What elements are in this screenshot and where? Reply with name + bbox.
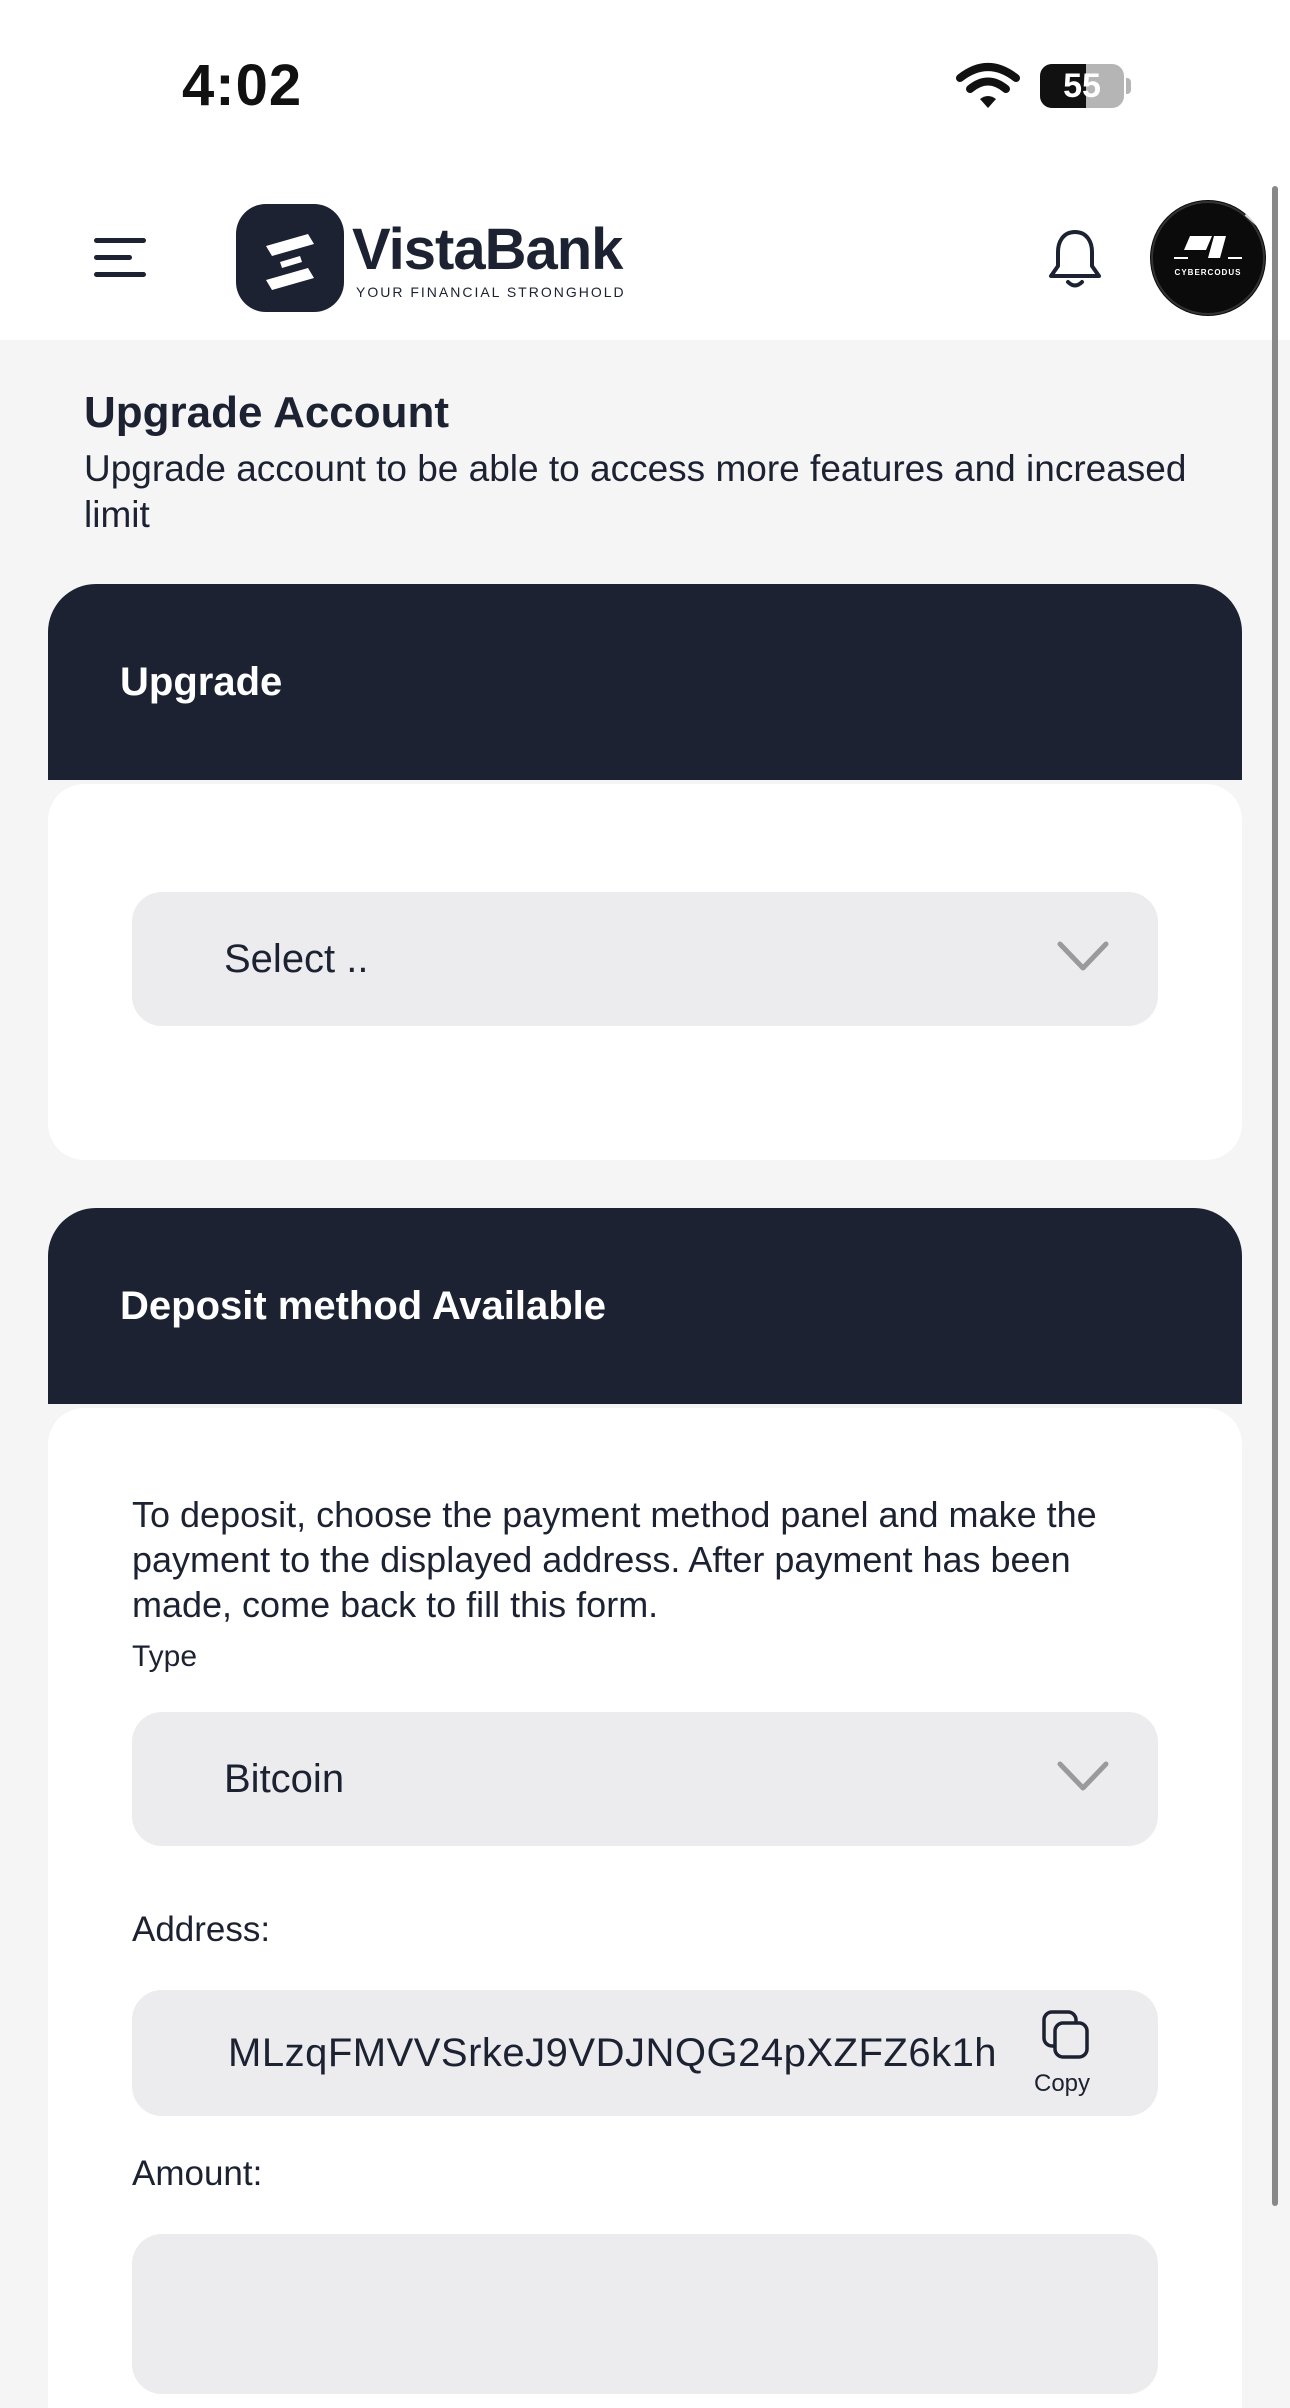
wifi-icon [956,63,1020,108]
amount-input[interactable] [132,2234,1158,2394]
avatar[interactable]: CYBERCODUS [1150,200,1266,316]
brand-logo[interactable]: VistaBank YOUR FINANCIAL STRONGHOLD [236,204,624,314]
logo-mark-icon [236,204,344,312]
copy-button[interactable]: Copy [1022,2008,1102,2100]
upgrade-plan-select[interactable]: Select .. [132,892,1158,1026]
copy-icon [1042,2010,1089,2059]
page-subtitle: Upgrade account to be able to access mor… [84,448,1187,535]
battery-icon: 55 [1040,64,1131,108]
brand-name: VistaBank [352,217,623,282]
app-header: VistaBank YOUR FINANCIAL STRONGHOLD CYBE… [0,170,1290,340]
battery-level: 55 [1063,67,1101,105]
deposit-type-select[interactable]: Bitcoin [132,1712,1158,1846]
chevron-down-icon [1057,941,1109,971]
amount-label: Amount: [132,2154,263,2193]
page-title: Upgrade Account [84,388,450,437]
deposit-card-header: Deposit method Available [48,1208,1242,1404]
scrollbar[interactable] [1272,186,1278,2206]
address-label: Address: [132,1910,271,1949]
brand-tagline: YOUR FINANCIAL STRONGHOLD [356,284,626,300]
status-time: 4:02 [182,53,303,118]
upgrade-card-header: Upgrade [48,584,1242,780]
avatar-logo-icon [1151,201,1266,316]
avatar-text: CYBERCODUS [1174,268,1242,277]
copy-label: Copy [1033,2070,1091,2097]
upgrade-card-title: Upgrade [120,660,283,704]
deposit-card-body: To deposit, choose the payment method pa… [48,1408,1242,2408]
bell-icon[interactable] [1046,228,1104,290]
chevron-down-icon [1057,1761,1109,1791]
type-label: Type [132,1640,198,1673]
status-bar: 4:02 55 [0,0,1290,170]
deposit-type-select-value: Bitcoin [224,1757,345,1801]
address-field: MLzqFMVVSrkeJ9VDJNQG24pXZFZ6k1h Copy [132,1990,1158,2116]
address-value: MLzqFMVVSrkeJ9VDJNQG24pXZFZ6k1h [228,2031,998,2075]
deposit-card-title: Deposit method Available [120,1284,607,1328]
upgrade-plan-select-value: Select .. [224,937,369,981]
upgrade-card-body: Select .. [48,784,1242,1160]
deposit-instructions: To deposit, choose the payment method pa… [132,1494,1097,1625]
menu-icon[interactable] [94,234,146,280]
